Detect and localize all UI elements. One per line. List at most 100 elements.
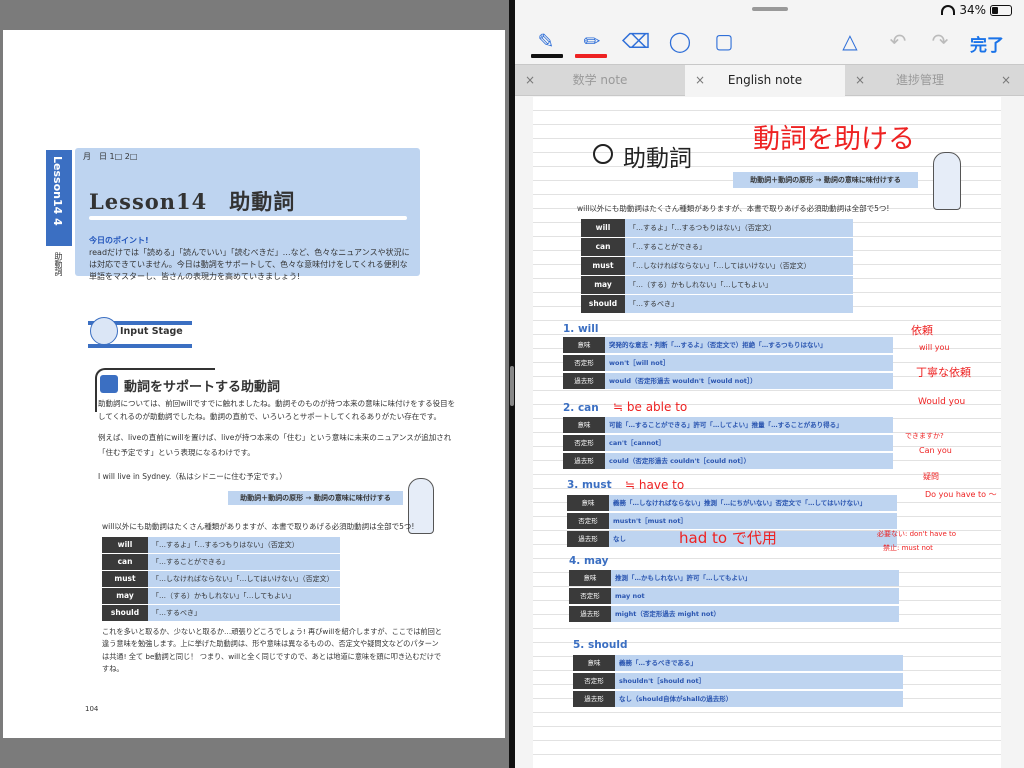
table-value: 「…することができる」	[625, 238, 853, 256]
table-row: should 「…するべき」	[102, 605, 340, 621]
point-body: readだけでは「読める」「読んでいい」「読むべきだ」…など、色々なニュアンスや…	[89, 248, 410, 281]
section-body-1: 助動詞については、前回willですでに触れましたね。動詞そのものが持つ本来の意味…	[98, 399, 456, 421]
drawing-toolbar: ✎ ✏ ⌫ ◯ ▢ △ ↶ ↷ 完了	[515, 20, 1024, 64]
table-key: 意味	[567, 495, 609, 511]
section-heading-can: 2. can	[563, 402, 599, 414]
split-view-handle[interactable]	[510, 366, 514, 406]
table-value: 「…することができる」	[148, 554, 340, 570]
table-key: 意味	[569, 570, 611, 586]
tab-math-note[interactable]: × 数学 note	[515, 65, 685, 96]
table-row: 意味 義務「…しなければならない」推測「…にちがいない」否定文で「…してはいけない…	[567, 495, 897, 511]
table-key: should	[581, 295, 625, 313]
note-do-you: Do you have to ～	[925, 490, 997, 499]
table-row: 否定形 may not	[569, 588, 899, 604]
table-key: 意味	[563, 337, 605, 353]
text-edit-icon[interactable]: ▢	[711, 28, 737, 54]
undo-icon[interactable]: ↶	[885, 28, 911, 54]
shapes-icon[interactable]: △	[837, 28, 863, 54]
table-row: will 「…するよ」「…するつもりはない」（否定文）	[102, 537, 340, 553]
table-value: might（否定形過去 might not）	[611, 606, 899, 622]
eraser-icon[interactable]: ⌫	[622, 28, 650, 54]
table-row: 過去形 could（否定形過去 couldn't［could not］）	[563, 453, 893, 469]
annotation-must-eq: ≒ have to	[625, 478, 685, 492]
section-icon	[100, 375, 118, 393]
auxiliary-table: will 「…するよ」「…するつもりはない」（否定文） can 「…することができる…	[581, 219, 853, 314]
table-key: 否定形	[569, 588, 611, 604]
table-key: 否定形	[567, 513, 609, 529]
table-key: 否定形	[563, 435, 605, 451]
close-icon[interactable]: ×	[525, 65, 535, 96]
example-sentence: I will live in Sydney.（私はシドニーに住む予定です。）	[98, 472, 287, 481]
table-value: 推測「…かもしれない」許可「…してもよい」	[611, 570, 899, 586]
table-value: 「…しなければならない」「…してはいけない」（否定文）	[625, 257, 853, 275]
table-key: 過去形	[573, 691, 615, 707]
table-row: must 「…しなければならない」「…してはいけない」（否定文）	[102, 571, 340, 587]
lasso-icon[interactable]: ◯	[667, 28, 693, 54]
date-line: 月 日 1□ 2□	[83, 152, 138, 161]
textbook-pane: Lesson14 4 助動詞 月 日 1□ 2□ Lesson14 助動詞 今日…	[0, 0, 509, 768]
note-canvas[interactable]: 助動詞 動詞を助ける 助動詞＋動詞の原形 → 動詞の意味に味付けする will以…	[533, 97, 1001, 768]
table-value: なし（should自体がshallの過去形）	[615, 691, 903, 707]
table-value: can't［cannot］	[605, 435, 893, 451]
table-value: could（否定形過去 couldn't［could not］）	[605, 453, 893, 469]
close-icon[interactable]: ×	[695, 65, 705, 96]
should-table: 意味 義務「…するべきである」 否定形 shouldn't［should not］ …	[573, 655, 903, 709]
table-key: can	[102, 554, 148, 570]
side-caption: 助動詞	[54, 252, 63, 276]
pen-icon[interactable]: ✎	[533, 28, 559, 54]
highlighter-icon[interactable]: ✏	[579, 28, 605, 54]
table-row: can 「…することができる」	[102, 554, 340, 570]
title-underline	[89, 216, 407, 220]
tab-progress[interactable]: × 進捗管理	[845, 65, 995, 96]
note-can-you: Can you	[919, 446, 952, 455]
table-row: 過去形 might（否定形過去 might not）	[569, 606, 899, 622]
close-icon[interactable]: ×	[1001, 65, 1011, 96]
table-row: can 「…することができる」	[581, 238, 853, 256]
may-table: 意味 推測「…かもしれない」許可「…してもよい」 否定形 may not 過去形 mi…	[569, 570, 899, 624]
table-row: will 「…するよ」「…するつもりはない」（否定文）	[581, 219, 853, 237]
table-key: must	[581, 257, 625, 275]
table-value: would（否定形過去 wouldn't［would not］）	[605, 373, 893, 389]
table-row: 過去形 なし（should自体がshallの過去形）	[573, 691, 903, 707]
table-value: 「…するべき」	[625, 295, 853, 313]
table-key: should	[102, 605, 148, 621]
side-tab-label: Lesson14 4	[51, 156, 64, 226]
table-value: 義務「…するべきである」	[615, 655, 903, 671]
section-body-2: 例えば、liveの直前にwillを置けば、liveが持つ本来の「住む」という意味…	[98, 433, 452, 457]
stage-text: Input Stage	[120, 326, 183, 337]
table-key: can	[581, 238, 625, 256]
table-intro: will以外にも助動詞はたくさん種類がありますが、本書で取りあげる必須助動詞は全…	[577, 204, 890, 213]
done-button[interactable]: 完了	[970, 31, 1004, 56]
page-number: 104	[85, 705, 99, 713]
mascot-icon	[90, 317, 118, 345]
section-heading-will: 1. will	[563, 323, 599, 335]
table-row: 否定形 won't［will not］	[563, 355, 893, 371]
table-key: 過去形	[563, 453, 605, 469]
note-fuyou: 必要ない: don't have to	[877, 530, 957, 538]
tab-label: 進捗管理	[895, 73, 944, 87]
will-table: 意味 突発的な意志・判断「…するよ」（否定文で）拒絶「…するつもりはない」 否定形…	[563, 337, 893, 391]
textbook-page[interactable]: Lesson14 4 助動詞 月 日 1□ 2□ Lesson14 助動詞 今日…	[3, 30, 505, 738]
table-key: 過去形	[563, 373, 605, 389]
tab-english-note[interactable]: × English note	[685, 65, 845, 96]
battery-status: 34%	[941, 3, 1012, 17]
note-gimon: 疑問	[923, 472, 939, 481]
redo-icon[interactable]: ↷	[927, 28, 953, 54]
table-row: 意味 可能「…することができる」許可「…してよい」推量「…することがあり得る」	[563, 417, 893, 433]
table-key: will	[581, 219, 625, 237]
highlighter-color-red	[575, 54, 607, 58]
note-irai: 依頼	[911, 324, 933, 337]
table-value: may not	[611, 588, 899, 604]
tab-more[interactable]: ×	[995, 65, 1024, 96]
close-icon[interactable]: ×	[855, 65, 865, 96]
table-row: 否定形 shouldn't［should not］	[573, 673, 903, 689]
table-row: 否定形 can't［cannot］	[563, 435, 893, 451]
table-value: 「…するべき」	[148, 605, 340, 621]
note-dekiru: できますか?	[905, 432, 944, 440]
table-key: 否定形	[563, 355, 605, 371]
multitask-grabber[interactable]	[752, 7, 788, 11]
table-row: 意味 義務「…するべきである」	[573, 655, 903, 671]
table-value: won't［will not］	[605, 355, 893, 371]
point-title: 今日のポイント!	[89, 236, 149, 245]
lesson-title: Lesson14 助動詞	[89, 189, 296, 214]
